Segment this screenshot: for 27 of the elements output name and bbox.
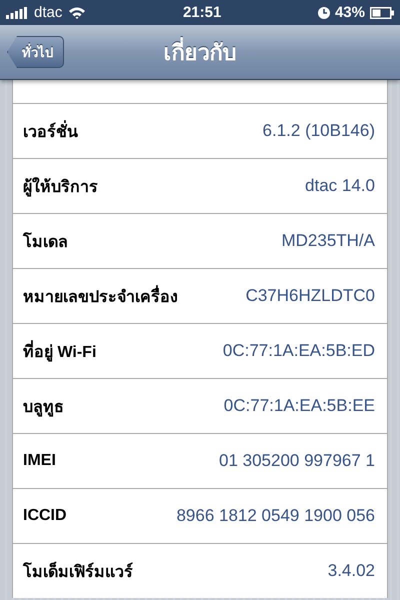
row-label: IMEI [23,452,56,470]
row-value: 6.1.2 (10B146) [262,121,375,141]
row-label: ICCID [23,507,67,525]
row-value: 0C:77:1A:EA:5B:ED [222,341,375,361]
clock-time: 21:51 [182,4,222,21]
carrier-name: dtac [34,4,62,21]
row-label: โมเด็มเฟิร์มแวร์ [23,560,133,582]
row-value: MD235TH/A [281,231,375,251]
signal-icon [6,6,28,18]
row-label: บลูทูธ [23,398,64,418]
row-value: 01 305200 997967 1 [219,451,375,471]
back-button[interactable]: ทั่วไป [7,36,64,68]
clock-icon [318,6,330,18]
nav-title: เกี่ยวกับ [164,40,236,64]
row-label: โมเดล [23,231,68,252]
battery-percent: 43% [334,4,365,21]
row-value: C37H6HZLDTC0 [246,286,375,306]
wifi-icon [68,6,86,19]
battery-icon [370,6,394,18]
row-label: ผู้ให้บริการ [23,176,98,198]
row-value: 3.4.02 [328,561,375,581]
row-value: 8966 1812 0549 1900 056 [176,506,375,526]
row-value: dtac 14.0 [305,176,375,196]
row-label: ที่อยู่ Wi-Fi [23,338,96,364]
row-label: เวอร์ชั่น [23,118,78,144]
row-value: 0C:77:1A:EA:5B:EE [224,396,375,416]
row-label: หมายเลขประจำเครื่อง [23,284,178,308]
